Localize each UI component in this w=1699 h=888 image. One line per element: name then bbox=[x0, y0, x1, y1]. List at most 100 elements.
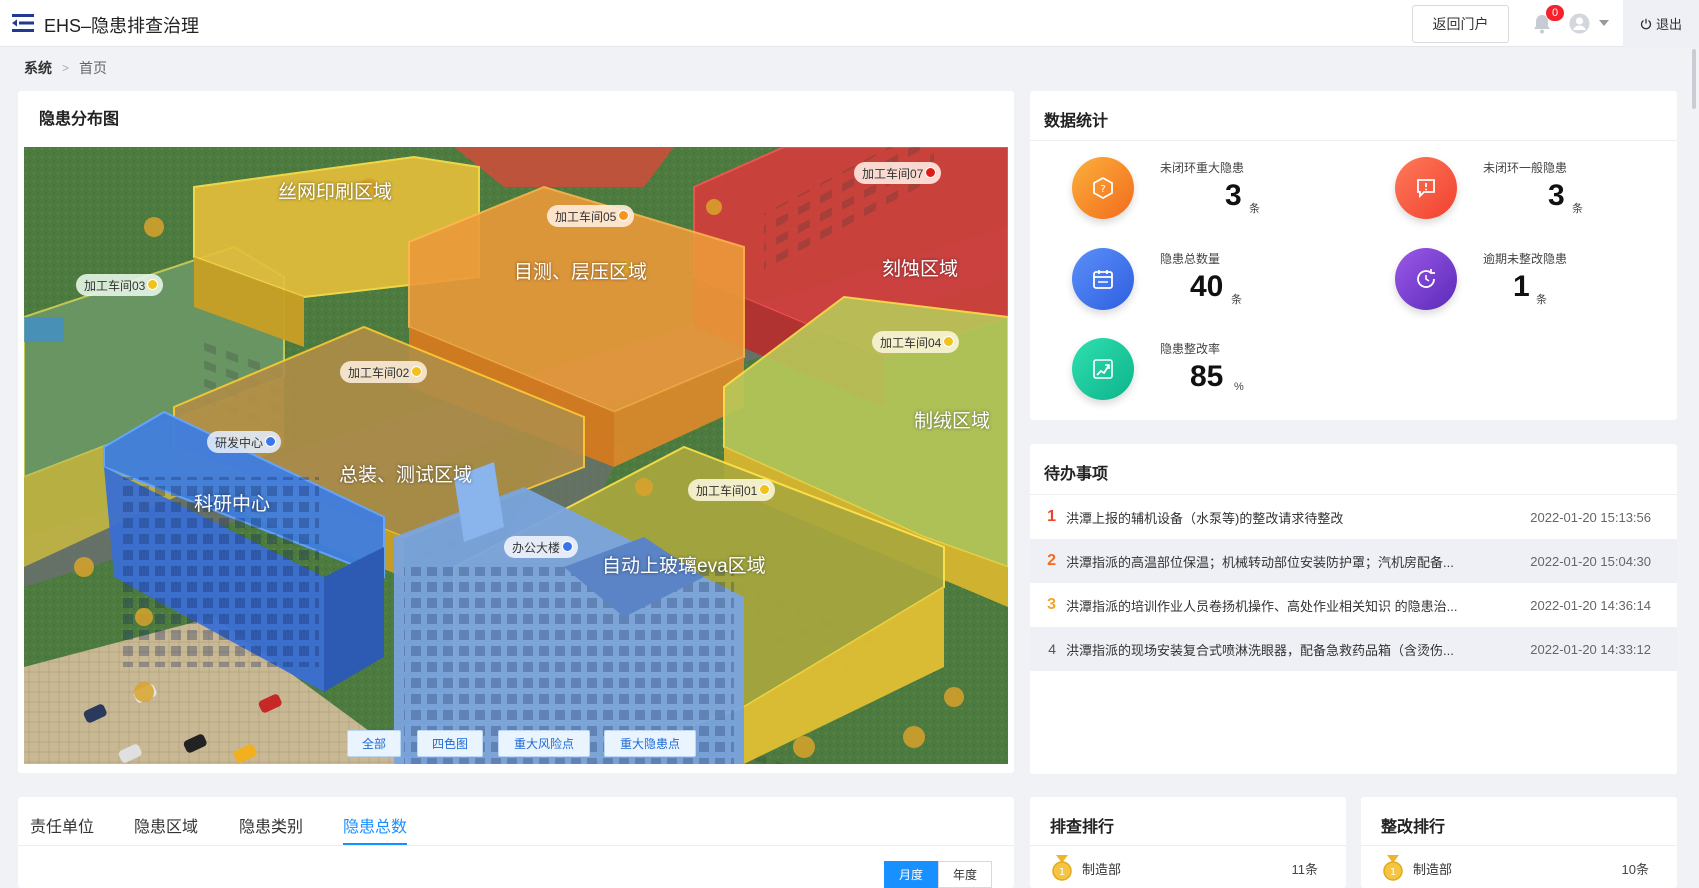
data-stats-card: 数据统计 ? 未闭环重大隐患 3 条 未闭环一般隐患 3 条 隐患总数量 40 … bbox=[1030, 91, 1677, 420]
rectification-ranking-title: 整改排行 bbox=[1381, 819, 1446, 836]
breadcrumb: 系统 > 首页 bbox=[24, 58, 107, 78]
marker-workshop-05[interactable]: 加工车间05 bbox=[547, 205, 635, 227]
marker-label: 加工车间07 bbox=[862, 166, 924, 181]
map-title: 隐患分布图 bbox=[39, 111, 120, 128]
inspection-ranking-title: 排查排行 bbox=[1050, 819, 1115, 836]
menu-icon[interactable] bbox=[12, 13, 34, 33]
marker-office-building[interactable]: 办公大楼 bbox=[504, 536, 579, 558]
tab-responsible-unit[interactable]: 责任单位 bbox=[30, 813, 94, 843]
zone-label-etching[interactable]: 刻蚀区域 bbox=[882, 254, 958, 281]
stat-value: 40 bbox=[1190, 270, 1224, 303]
notification-badge: 0 bbox=[1546, 5, 1564, 21]
logout-label: 退出 bbox=[1655, 17, 1682, 32]
stat-unit: % bbox=[1234, 381, 1244, 393]
ranking-row[interactable]: 1 制造部 10条 bbox=[1381, 855, 1661, 881]
inspection-ranking-card: 排查排行 1 制造部 11条 bbox=[1030, 797, 1346, 888]
filter-major-risk-button[interactable]: 重大风险点 bbox=[498, 730, 590, 757]
divider bbox=[1030, 845, 1346, 846]
stat-unit: 条 bbox=[1249, 203, 1260, 215]
map-canvas bbox=[24, 147, 1008, 764]
stat-value: 3 bbox=[1225, 179, 1242, 212]
marker-dot-blue bbox=[265, 436, 277, 447]
logout-button[interactable]: 退出 bbox=[1623, 0, 1699, 47]
toggle-monthly[interactable]: 月度 bbox=[884, 861, 938, 888]
marker-dot-yellow bbox=[943, 336, 955, 347]
todo-card: 待办事项 1 洪潭上报的辅机设备（水泵等)的整改请求待整改 2022-01-20… bbox=[1030, 444, 1677, 774]
marker-workshop-02[interactable]: 加工车间02 bbox=[340, 361, 428, 383]
todo-index: 2 bbox=[1047, 552, 1056, 569]
hazard-map[interactable]: 丝网印刷区域 目测、层压区域 刻蚀区域 制绒区域 总装、测试区域 科研中心 自动… bbox=[24, 147, 1008, 764]
tab-hazard-category[interactable]: 隐患类别 bbox=[239, 813, 303, 843]
tab-hazard-area[interactable]: 隐患区域 bbox=[134, 813, 198, 843]
todo-row[interactable]: 4 洪潭指派的现场安装复合式喷淋洗眼器，配备急救药品箱（含烫伤... 2022-… bbox=[1030, 627, 1677, 671]
marker-workshop-04[interactable]: 加工车间04 bbox=[872, 331, 960, 353]
stat-value: 3 bbox=[1548, 179, 1565, 212]
chat-warning-icon bbox=[1395, 157, 1457, 219]
toggle-yearly[interactable]: 年度 bbox=[938, 861, 992, 888]
todo-time: 2022-01-20 15:04:30 bbox=[1530, 553, 1651, 569]
calendar-icon bbox=[1072, 248, 1134, 310]
zone-label-research-center[interactable]: 科研中心 bbox=[194, 489, 270, 516]
todo-row[interactable]: 1 洪潭上报的辅机设备（水泵等)的整改请求待整改 2022-01-20 15:1… bbox=[1030, 495, 1677, 539]
zone-label-assembly-testing[interactable]: 总装、测试区域 bbox=[339, 460, 472, 487]
divider bbox=[1030, 140, 1677, 141]
stat-open-major[interactable]: ? 未闭环重大隐患 3 条 bbox=[1072, 157, 1372, 237]
todo-text: 洪潭指派的现场安装复合式喷淋洗眼器，配备急救药品箱（含烫伤... bbox=[1066, 642, 1454, 658]
marker-workshop-01[interactable]: 加工车间01 bbox=[688, 479, 776, 501]
stat-overdue[interactable]: 逾期未整改隐患 1 条 bbox=[1395, 248, 1695, 328]
stat-rectify-rate[interactable]: 隐患整改率 85 % bbox=[1072, 338, 1372, 418]
ranking-row[interactable]: 1 制造部 11条 bbox=[1050, 855, 1330, 881]
marker-workshop-03[interactable]: 加工车间03 bbox=[76, 274, 164, 296]
user-dropdown-caret-icon[interactable] bbox=[1599, 20, 1609, 26]
todo-row[interactable]: 3 洪潭指派的培训作业人员卷扬机操作、高处作业相关知识 的隐患治... 2022… bbox=[1030, 583, 1677, 627]
ranking-count: 11条 bbox=[1291, 861, 1319, 877]
todo-text: 洪潭指派的高温部位保温；机械转动部位安装防护罩；汽机房配备... bbox=[1066, 554, 1454, 570]
filter-all-button[interactable]: 全部 bbox=[347, 730, 401, 757]
marker-workshop-07[interactable]: 加工车间07 bbox=[854, 162, 942, 184]
hazard-map-card: 隐患分布图 丝网印刷区域 目测、层压区域 刻蚀区域 制绒区域 总装、测试区域 科… bbox=[18, 91, 1014, 773]
filter-four-color-button[interactable]: 四色图 bbox=[417, 730, 483, 757]
stat-unit: 条 bbox=[1231, 294, 1242, 306]
svg-text:1: 1 bbox=[1059, 867, 1065, 878]
gold-medal-icon: 1 bbox=[1052, 855, 1072, 881]
hexagon-question-icon: ? bbox=[1072, 157, 1134, 219]
marker-dot-red bbox=[925, 167, 937, 178]
marker-label: 加工车间01 bbox=[696, 483, 758, 498]
marker-label: 加工车间05 bbox=[555, 209, 617, 224]
todo-text: 洪潭指派的培训作业人员卷扬机操作、高处作业相关知识 的隐患治... bbox=[1066, 598, 1458, 614]
filter-major-hazard-button[interactable]: 重大隐患点 bbox=[604, 730, 696, 757]
breadcrumb-system[interactable]: 系统 bbox=[24, 58, 52, 78]
stats-title: 数据统计 bbox=[1044, 113, 1109, 130]
zone-label-auto-glass-eva[interactable]: 自动上玻璃eva区域 bbox=[602, 551, 766, 578]
return-portal-button[interactable]: 返回门户 bbox=[1412, 5, 1509, 43]
marker-label: 研发中心 bbox=[215, 435, 264, 450]
stat-label: 未闭环一般隐患 bbox=[1483, 161, 1568, 175]
marker-rd-center[interactable]: 研发中心 bbox=[207, 431, 282, 453]
divider bbox=[1361, 845, 1677, 846]
svg-text:1: 1 bbox=[1390, 867, 1396, 878]
todo-title: 待办事项 bbox=[1044, 466, 1109, 483]
rectification-ranking-card: 整改排行 1 制造部 10条 bbox=[1361, 797, 1677, 888]
stat-value: 1 bbox=[1513, 270, 1530, 303]
user-avatar-icon[interactable] bbox=[1569, 13, 1590, 34]
stat-unit: 条 bbox=[1572, 203, 1583, 215]
zone-label-texturing[interactable]: 制绒区域 bbox=[914, 406, 990, 433]
gold-medal-icon: 1 bbox=[1383, 855, 1403, 881]
zone-label-screen-printing[interactable]: 丝网印刷区域 bbox=[278, 177, 392, 204]
stat-label: 隐患总数量 bbox=[1160, 252, 1221, 266]
page-scrollbar[interactable] bbox=[1689, 47, 1699, 888]
stat-value: 85 bbox=[1190, 360, 1224, 393]
ranking-name: 制造部 bbox=[1413, 861, 1453, 877]
marker-dot-blue bbox=[562, 541, 574, 552]
marker-label: 加工车间02 bbox=[348, 365, 410, 380]
marker-dot-yellow bbox=[759, 484, 771, 495]
tab-hazard-total[interactable]: 隐患总数 bbox=[343, 813, 408, 845]
chart-growth-icon bbox=[1072, 338, 1134, 400]
todo-row[interactable]: 2 洪潭指派的高温部位保温；机械转动部位安装防护罩；汽机房配备... 2022-… bbox=[1030, 539, 1677, 583]
stat-total-hazards[interactable]: 隐患总数量 40 条 bbox=[1072, 248, 1372, 328]
todo-time: 2022-01-20 14:33:12 bbox=[1530, 641, 1651, 657]
todo-index: 1 bbox=[1047, 508, 1056, 525]
stat-unit: 条 bbox=[1536, 294, 1547, 306]
stat-open-general[interactable]: 未闭环一般隐患 3 条 bbox=[1395, 157, 1695, 237]
zone-label-inspection-lamination[interactable]: 目测、层压区域 bbox=[514, 257, 647, 284]
